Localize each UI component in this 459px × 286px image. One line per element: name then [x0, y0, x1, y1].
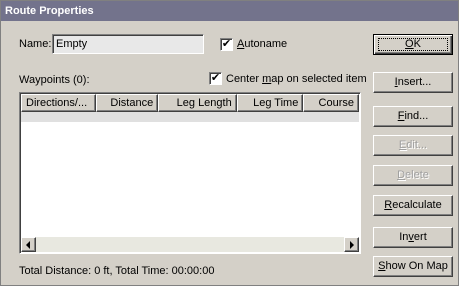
focus-rect [378, 38, 448, 51]
list-header: Directions/... Distance Leg Length Leg T… [21, 94, 359, 112]
waypoints-list[interactable]: Directions/... Distance Leg Length Leg T… [19, 92, 361, 254]
delete-button[interactable]: Delete [373, 165, 453, 186]
arrow-right-icon [350, 241, 354, 249]
column-header-leg-time[interactable]: Leg Time [236, 94, 304, 112]
scroll-right-button[interactable] [344, 237, 359, 252]
autoname-checkbox[interactable]: ✔ [220, 38, 233, 51]
window-title: Route Properties [5, 5, 94, 17]
ok-button[interactable]: OK [373, 34, 453, 55]
waypoints-label: Waypoints (0): [19, 74, 90, 86]
title-bar: Route Properties [1, 1, 458, 21]
scroll-left-button[interactable] [21, 237, 36, 252]
horizontal-scrollbar[interactable] [21, 237, 359, 252]
autoname-label[interactable]: Autoname [237, 38, 287, 50]
insert-button[interactable]: Insert... [373, 72, 453, 93]
column-header-leg-length[interactable]: Leg Length [158, 94, 237, 112]
show-on-map-button[interactable]: Show On Map [373, 256, 453, 277]
invert-button[interactable]: Invert [373, 227, 453, 248]
center-map-label[interactable]: Center map on selected item [226, 73, 367, 85]
column-header-course[interactable]: Course [303, 94, 359, 112]
edit-button[interactable]: Edit... [373, 135, 453, 156]
list-empty-row [21, 112, 359, 122]
find-button[interactable]: Find... [373, 106, 453, 127]
column-header-directions[interactable]: Directions/... [21, 94, 96, 112]
column-header-distance[interactable]: Distance [95, 94, 159, 112]
arrow-left-icon [26, 241, 30, 249]
route-properties-dialog: Route Properties Name: Empty ✔ Autoname … [0, 0, 459, 286]
name-field[interactable]: Empty [52, 34, 204, 54]
totals-status-text: Total Distance: 0 ft, Total Time: 00:00:… [19, 265, 215, 277]
recalculate-button[interactable]: Recalculate [373, 195, 453, 216]
name-label: Name: [19, 38, 52, 50]
center-map-checkbox[interactable]: ✔ [209, 72, 222, 85]
